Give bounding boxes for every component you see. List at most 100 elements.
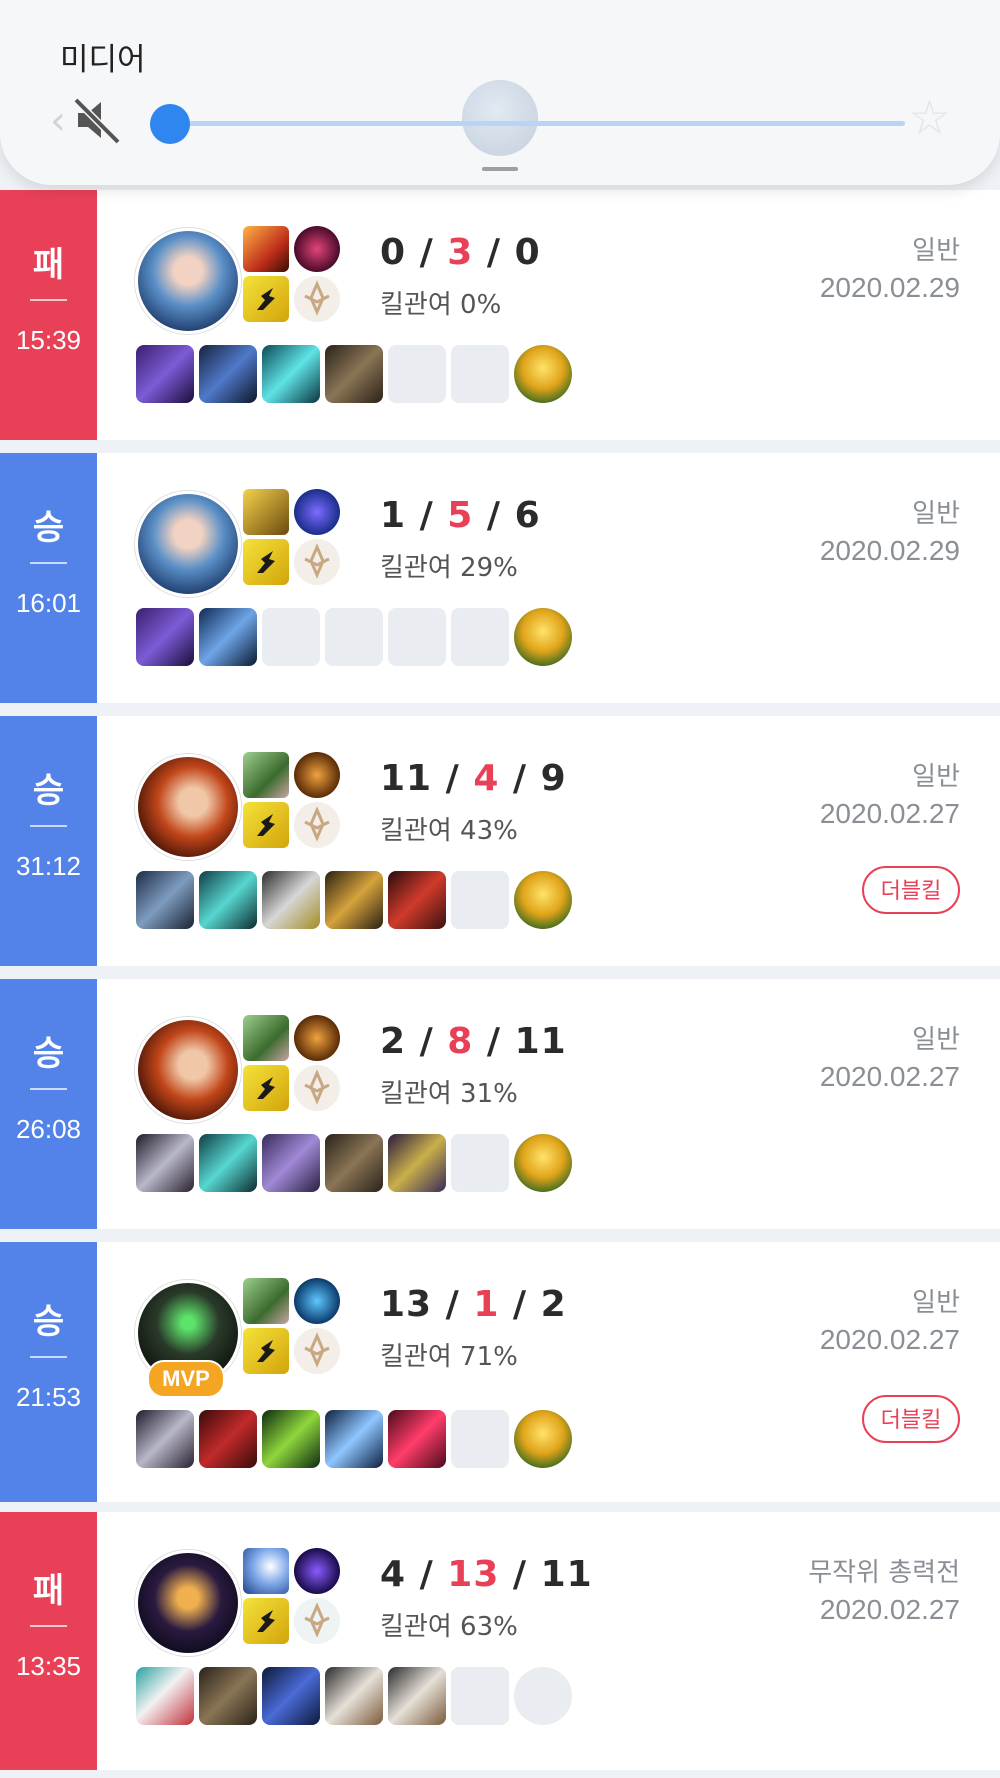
champion-portrait[interactable] [135,228,241,334]
blue-gauntlet-icon[interactable] [199,608,257,666]
purple-sword-icon[interactable] [388,1134,446,1192]
ruby-icon[interactable] [388,1410,446,1468]
game-duration: 21:53 [15,1382,82,1412]
blue-crystal-spell-icon[interactable] [294,1278,340,1324]
result-label: 승 [32,771,65,811]
long-sword-icon[interactable] [136,1134,194,1192]
chevron-left-icon: ‹ [50,98,66,144]
empty-item-slot [325,608,383,666]
red-axe-icon[interactable] [388,871,446,929]
kill-participation: 킬관여 71% [380,1342,518,1372]
result-label: 패 [32,245,65,285]
resolve-rune-icon[interactable] [294,1598,340,1644]
match-card[interactable]: 패 15:39 0 / 3 / 0 킬관여 0% 일반 2020.02.29 [0,190,1000,440]
star-icon: ☆ [908,90,952,146]
flame-spell-icon[interactable] [243,226,289,272]
match-result-bar: 패 15:39 [0,190,97,440]
flash-rune-icon[interactable] [243,1065,289,1111]
precision-rune-icon[interactable] [294,1328,340,1374]
sun-rune-spell-icon[interactable] [294,1015,340,1061]
assists-count: 0 [514,232,541,273]
multikill-badge: 더블킬 [862,866,960,914]
empty-item-slot [388,345,446,403]
precision-rune-icon[interactable] [294,539,340,585]
champion-portrait[interactable] [135,1017,241,1123]
boots-icon[interactable] [199,1667,257,1725]
match-card[interactable]: 패 13:35 4 / 13 / 11 킬관여 63% 무작위 총력전 2020.02.2… [0,1512,1000,1770]
golden-spear-icon[interactable] [325,871,383,929]
gunblade-icon[interactable] [262,871,320,929]
kill-participation: 킬관여 29% [380,553,518,583]
result-label: 패 [32,1571,65,1611]
champion-portrait[interactable] [135,754,241,860]
domination-rune-icon[interactable] [294,802,340,848]
trinket-icon[interactable] [514,1134,572,1192]
flash-rune-icon[interactable] [243,802,289,848]
volume-slider-track[interactable] [170,121,905,126]
result-label: 승 [32,1302,65,1342]
crystal-spear-icon[interactable] [136,345,194,403]
assists-count: 2 [540,1284,567,1325]
empty-item-slot [388,608,446,666]
champion-portrait[interactable] [135,1550,241,1656]
spirit-icon[interactable] [262,345,320,403]
multikill-badge: 더블킬 [862,1395,960,1443]
violet-claw-icon[interactable] [262,1134,320,1192]
chainmail-icon[interactable] [136,871,194,929]
golden-knight-spell-icon[interactable] [243,489,289,535]
hooded-spell-icon[interactable] [243,1278,289,1324]
result-label: 승 [32,1034,65,1074]
crimson-blade-icon[interactable] [199,1410,257,1468]
blue-sword-icon[interactable] [199,345,257,403]
crystal-spear-icon[interactable] [136,608,194,666]
empty-item-slot [451,871,509,929]
blue-trident-icon[interactable] [325,1410,383,1468]
kda-score: 1 / 5 / 6 [380,495,541,536]
flash-rune-icon[interactable] [243,276,289,322]
game-mode: 무작위 총력전 [808,1558,960,1588]
panel-drag-handle[interactable] [482,167,518,171]
white-vest-icon[interactable] [325,1667,383,1725]
precision-rune-icon[interactable] [294,276,340,322]
deaths-count: 3 [447,232,474,273]
mute-icon[interactable] [70,92,126,148]
dark-armor-icon[interactable] [262,1667,320,1725]
volume-slider-handle[interactable] [150,104,190,144]
game-date: 2020.02.27 [819,1061,960,1092]
trinket-icon[interactable] [514,1410,572,1468]
kills-count: 4 [380,1554,407,1595]
match-card[interactable]: 승 31:12 11 / 4 / 9 킬관여 43% 일반 2020.02.27 더블킬 [0,716,1000,966]
flash-rune-icon[interactable] [243,1328,289,1374]
hooded-spell-icon[interactable] [243,752,289,798]
assists-count: 6 [514,495,541,536]
teal-blade-icon[interactable] [199,871,257,929]
boots-icon[interactable] [325,1134,383,1192]
masked-girl-icon[interactable] [136,1667,194,1725]
hooded-spell-icon[interactable] [243,1015,289,1061]
teal-blade-icon[interactable] [199,1134,257,1192]
empty-item-slot [451,1134,509,1192]
sun-rune-spell-icon[interactable] [294,752,340,798]
green-gun-icon[interactable] [262,1410,320,1468]
game-mode: 일반 [912,1025,960,1055]
flash-rune-icon[interactable] [243,539,289,585]
match-card[interactable]: 승 16:01 1 / 5 / 6 킬관여 29% 일반 2020.02.29 [0,453,1000,703]
white-vest-icon[interactable] [388,1667,446,1725]
match-card[interactable]: 승 21:53 MVP 13 / 1 / 2 킬관여 71% 일반 2020.02.27 더블… [0,1242,1000,1502]
trinket-icon[interactable] [514,871,572,929]
assists-count: 9 [540,758,567,799]
trinket-icon[interactable] [514,608,572,666]
blue-swirl-spell-icon[interactable] [294,489,340,535]
champion-portrait[interactable] [135,491,241,597]
match-card[interactable]: 승 26:08 2 / 8 / 11 킬관여 31% 일반 2020.02.27 [0,979,1000,1229]
snowball-spell-icon[interactable] [243,1548,289,1594]
match-result-bar: 승 16:01 [0,453,97,703]
flash-rune-icon[interactable] [243,1598,289,1644]
trinket-icon[interactable] [514,345,572,403]
game-date: 2020.02.27 [819,1324,960,1355]
dark-orb-spell-icon[interactable] [294,226,340,272]
boots-icon[interactable] [325,345,383,403]
domination-rune-icon[interactable] [294,1065,340,1111]
purple-flame-spell-icon[interactable] [294,1548,340,1594]
long-sword-icon[interactable] [136,1410,194,1468]
